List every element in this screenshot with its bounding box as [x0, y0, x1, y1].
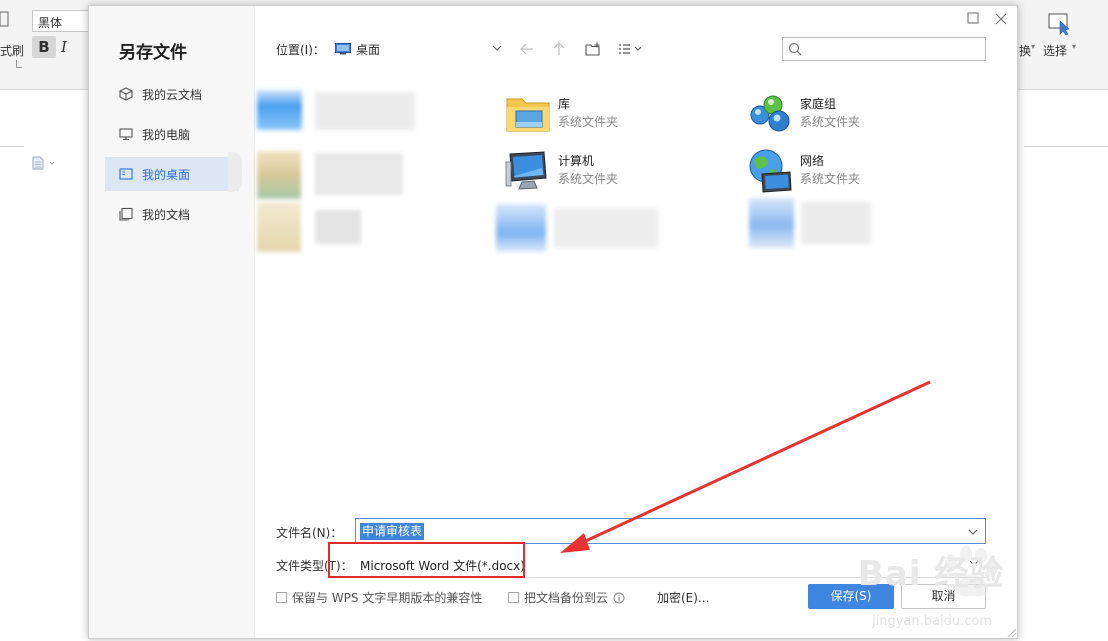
resize-grip-icon[interactable] [1005, 626, 1017, 638]
file-type: 系统文件夹 [558, 115, 619, 129]
sidebar-item-label: 我的文档 [142, 207, 191, 222]
close-icon[interactable] [994, 12, 1008, 26]
network-icon [749, 149, 792, 193]
file-name: 计算机 [558, 154, 595, 168]
new-folder-button[interactable] [583, 39, 603, 59]
new-folder-icon [585, 42, 600, 56]
arrow-left-icon [520, 43, 533, 55]
compat-checkbox[interactable]: 保留与 WPS 文字早期版本的兼容性 [276, 589, 482, 606]
blurred-file-item[interactable] [749, 198, 874, 250]
bold-button[interactable]: B [32, 36, 56, 58]
dialog-title: 另存文件 [119, 43, 187, 63]
cloud-backup-checkbox-label: 把文档备份到云 [524, 591, 609, 605]
homegroup-icon [750, 95, 790, 132]
file-type: 系统文件夹 [800, 172, 861, 186]
file-name: 网络 [800, 154, 825, 168]
watermark-url: jingyan.baidu.com [872, 614, 992, 629]
computer-icon [505, 151, 547, 190]
filename-value: 申请审核表 [360, 523, 425, 540]
dialog-sidebar: 另存文件 我的云文档 我的电脑 我的桌面 我的文档 [89, 6, 255, 638]
select-icon[interactable] [1047, 12, 1071, 36]
watermark-text: Bai 经验 [858, 554, 1005, 594]
file-item-network[interactable]: 网络 系统文件夹 [746, 148, 946, 194]
checkbox-box[interactable] [276, 592, 287, 603]
sidebar-item-label: 我的电脑 [142, 127, 191, 142]
location-value: 桌面 [356, 42, 381, 57]
blurred-file-item[interactable] [257, 151, 407, 201]
desktop-location-icon [335, 43, 351, 55]
file-item-library[interactable]: 库 系统文件夹 [504, 91, 704, 137]
italic-button[interactable]: I [61, 36, 77, 58]
sidebar-item-cloud-docs[interactable]: 我的云文档 [105, 77, 239, 111]
library-folder-icon [506, 98, 550, 132]
format-painter-label[interactable]: 式刷 [0, 42, 24, 59]
file-name: 家庭组 [800, 97, 837, 111]
location-select[interactable]: 桌面 [329, 37, 507, 61]
file-item-homegroup[interactable]: 家庭组 系统文件夹 [746, 91, 946, 137]
compat-checkbox-label: 保留与 WPS 文字早期版本的兼容性 [292, 591, 483, 605]
documents-icon [119, 207, 133, 221]
search-icon [788, 42, 802, 56]
filename-label: 文件名(N)： [276, 526, 343, 540]
format-painter-icon[interactable] [0, 8, 10, 30]
replace-dropdown-icon[interactable]: ▾ [1031, 42, 1035, 51]
sidebar-item-label: 我的云文档 [142, 87, 203, 102]
file-item-computer[interactable]: 计算机 系统文件夹 [504, 148, 704, 194]
search-input[interactable] [782, 37, 986, 61]
annotation-highlight-box [328, 542, 525, 578]
select-dropdown-icon[interactable]: ▾ [1072, 42, 1076, 51]
chevron-down-icon[interactable] [967, 527, 979, 537]
file-type: 系统文件夹 [558, 172, 619, 186]
cloud-cube-icon [119, 87, 133, 101]
list-view-icon [619, 44, 642, 54]
font-name-box[interactable]: 黑体 [32, 10, 94, 32]
info-icon[interactable] [613, 592, 625, 604]
back-button[interactable] [517, 39, 537, 59]
blurred-file-item[interactable] [257, 202, 407, 254]
desktop-icon [119, 168, 133, 180]
encrypt-link[interactable]: 加密(E)... [657, 589, 709, 606]
select-label[interactable]: 选择 [1043, 42, 1067, 59]
checkbox-box[interactable] [508, 592, 519, 603]
monitor-icon [119, 128, 133, 141]
location-label: 位置(I)： [276, 43, 325, 57]
replace-label[interactable]: 换 [1019, 42, 1031, 59]
cloud-backup-checkbox[interactable]: 把文档备份到云 [508, 589, 625, 606]
sidebar-item-my-documents[interactable]: 我的文档 [105, 197, 239, 231]
page-icon[interactable] [32, 156, 56, 170]
sidebar-item-my-computer[interactable]: 我的电脑 [105, 117, 239, 151]
blurred-file-item[interactable] [257, 86, 419, 136]
sidebar-item-my-desktop[interactable]: 我的桌面 [105, 157, 239, 191]
sidebar-item-label: 我的桌面 [142, 167, 191, 182]
blurred-file-item[interactable] [496, 204, 661, 254]
view-mode-button[interactable] [617, 39, 647, 59]
file-type: 系统文件夹 [800, 115, 861, 129]
up-button[interactable] [549, 39, 569, 59]
arrow-up-icon [553, 42, 565, 55]
chevron-down-icon[interactable] [491, 42, 503, 54]
maximize-icon[interactable] [967, 12, 979, 24]
file-name: 库 [558, 97, 571, 111]
